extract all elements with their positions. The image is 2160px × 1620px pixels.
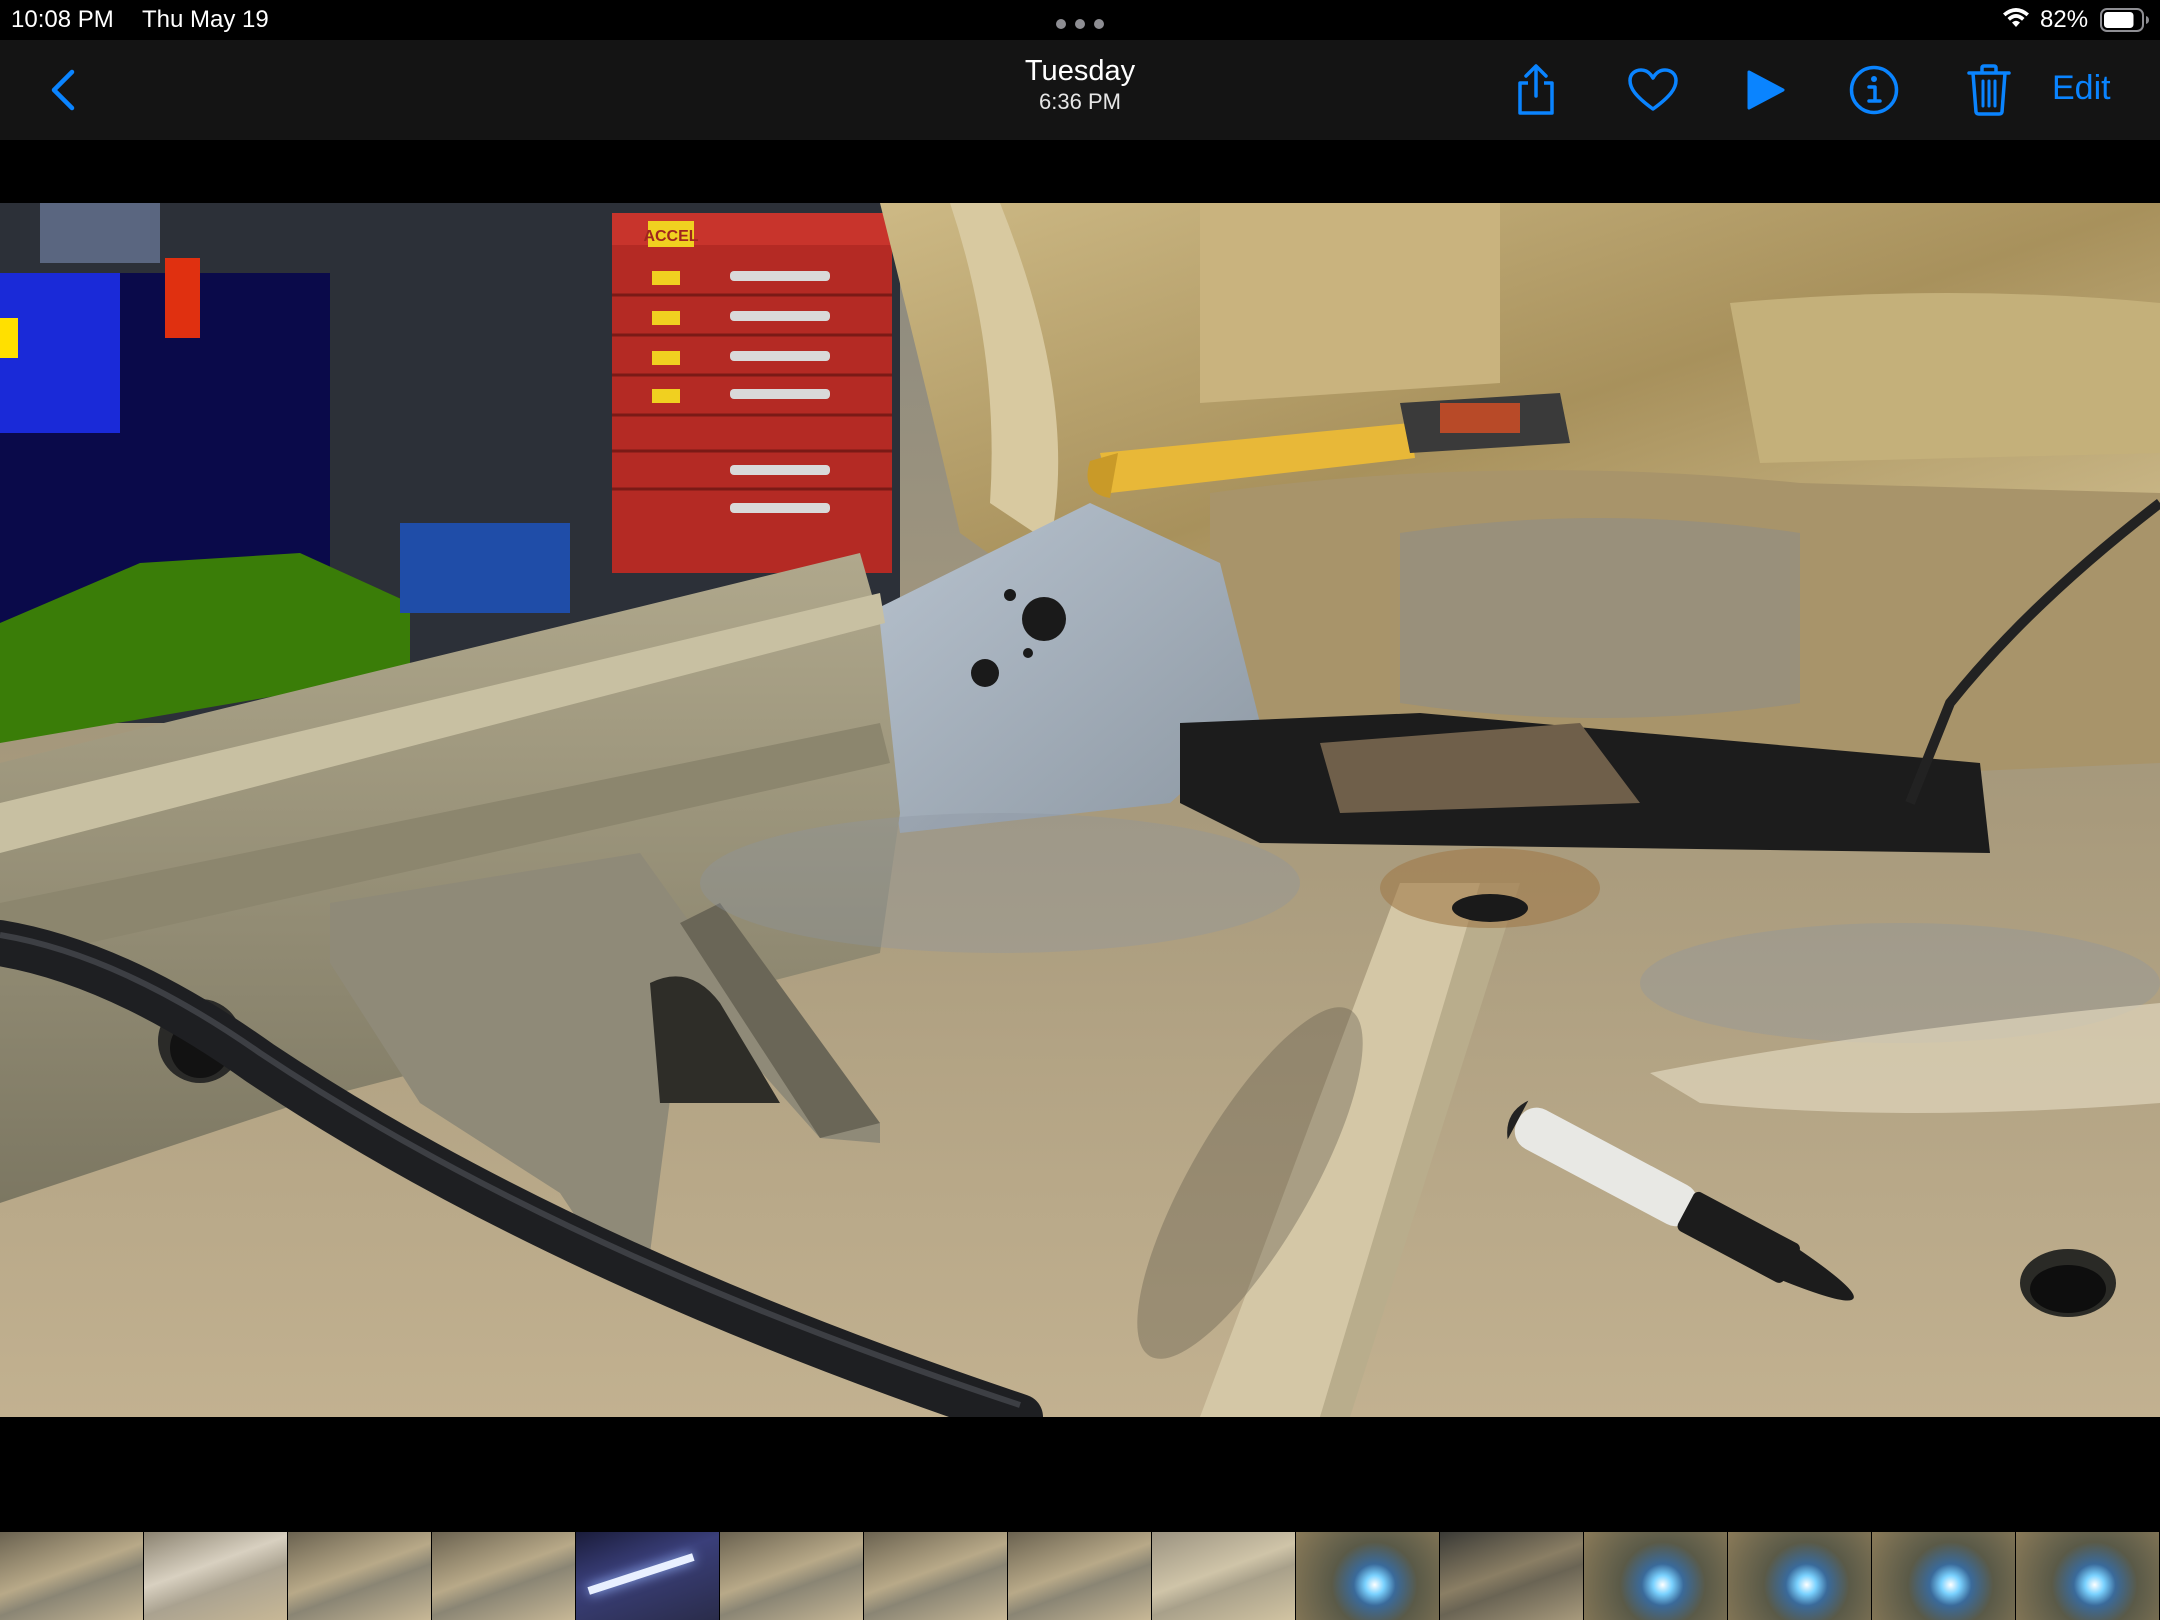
favorite-button[interactable] [1623, 60, 1683, 120]
filmstrip-thumbnail[interactable] [1728, 1532, 1871, 1620]
delete-button[interactable] [1959, 60, 2019, 120]
status-bar: 10:08 PM Thu May 19 82% [0, 0, 2160, 40]
filmstrip-thumbnail[interactable] [1584, 1532, 1727, 1620]
edit-button[interactable]: Edit [2052, 66, 2111, 110]
play-icon [1747, 70, 1785, 110]
share-button[interactable] [1506, 60, 1566, 120]
thumbnail-strip[interactable] [0, 1532, 2160, 1620]
toolbox-brand-label: ACCEL [643, 228, 698, 245]
wifi-icon [2003, 8, 2029, 27]
filmstrip-thumbnail[interactable] [1152, 1532, 1295, 1620]
multitasking-dots-icon[interactable] [1056, 19, 1104, 29]
trash-icon [1967, 64, 2011, 116]
back-chevron-icon [51, 69, 75, 111]
filmstrip-thumbnail[interactable] [1296, 1532, 1439, 1620]
photo-day: Tuesday [1024, 55, 1136, 87]
status-date: Thu May 19 [142, 6, 269, 33]
heart-icon [1628, 68, 1678, 111]
filmstrip-thumbnail[interactable] [864, 1532, 1007, 1620]
filmstrip-thumbnail[interactable] [720, 1532, 863, 1620]
filmstrip-thumbnail[interactable] [144, 1532, 287, 1620]
filmstrip-thumbnail[interactable] [1008, 1532, 1151, 1620]
filmstrip-thumbnail[interactable] [576, 1532, 719, 1620]
info-button[interactable] [1844, 60, 1904, 120]
back-button[interactable] [44, 62, 84, 118]
navigation-bar: Tuesday 6:36 PM Edit [0, 40, 2160, 140]
info-icon [1849, 65, 1899, 115]
photo-time: 6:36 PM [1039, 89, 1121, 114]
filmstrip-thumbnail[interactable] [2016, 1532, 2159, 1620]
filmstrip-thumbnail[interactable] [288, 1532, 431, 1620]
filmstrip-thumbnail[interactable] [1440, 1532, 1583, 1620]
battery-percent: 82% [2040, 6, 2089, 33]
play-button[interactable] [1735, 60, 1795, 120]
photo-image: ACCEL [0, 203, 2160, 1417]
photo-title: Tuesday 6:36 PM [880, 54, 1280, 116]
battery-icon [2100, 8, 2149, 32]
share-icon [1518, 64, 1554, 115]
status-time: 10:08 PM [11, 6, 114, 33]
main-photo[interactable]: ACCEL [0, 203, 2160, 1417]
filmstrip-thumbnail[interactable] [0, 1532, 143, 1620]
filmstrip-thumbnail[interactable] [1872, 1532, 2015, 1620]
photos-viewer: 10:08 PM Thu May 19 82% Tuesday 6:36 PM [0, 0, 2160, 1620]
thumbnail-light-streak [587, 1553, 695, 1595]
filmstrip-thumbnail[interactable] [432, 1532, 575, 1620]
